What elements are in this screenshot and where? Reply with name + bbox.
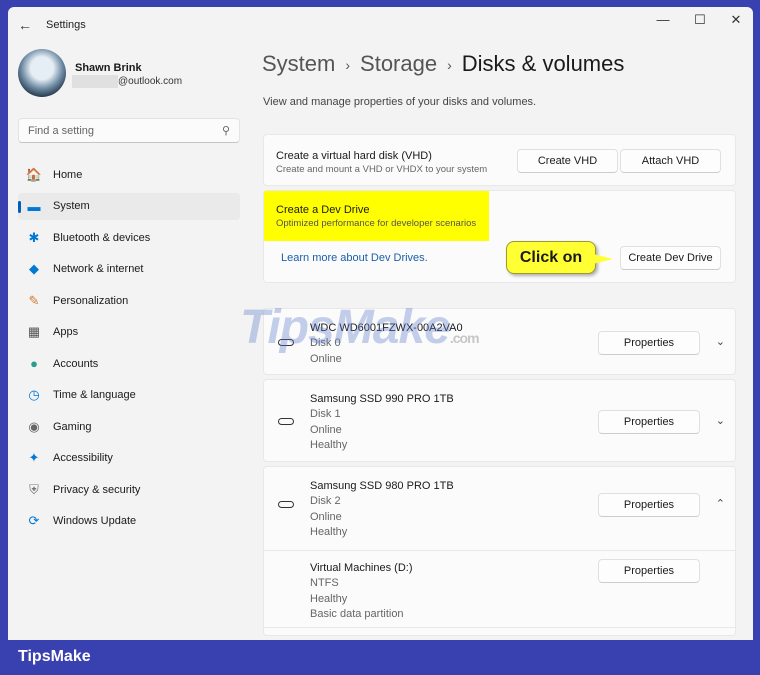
disk-detail: Disk 2 <box>310 495 341 508</box>
breadcrumb-system[interactable]: System <box>262 51 335 76</box>
back-arrow-icon[interactable]: ← <box>18 17 32 33</box>
page-title: Disks & volumes <box>461 51 625 76</box>
sidebar-item-label: System <box>53 200 90 212</box>
network-internet-icon: ◆ <box>29 261 39 276</box>
time-language-icon: ◷ <box>28 387 40 402</box>
minimize-button[interactable]: — <box>648 12 678 27</box>
home-icon: 🏠 <box>25 166 43 182</box>
system-icon: ▬ <box>27 198 41 214</box>
disk-card: Samsung SSD 980 PRO 1TB Disk 2 Online Healt… <box>263 466 736 636</box>
title-bar: ← Settings — ☐ ✕ <box>8 7 753 43</box>
sidebar-item-label: Accounts <box>53 357 99 370</box>
chevron-right-icon: › <box>447 57 452 74</box>
breadcrumb: System › Storage › Disks & volumes <box>262 51 624 77</box>
volume-row[interactable]: Virtual Machines (D:) NTFS Healthy Basic da… <box>264 550 735 638</box>
accounts-icon: ● <box>30 356 38 371</box>
click-on-callout: Click on <box>506 241 613 274</box>
footer-brand: TipsMake <box>18 648 91 665</box>
disk-detail: Disk 1 <box>310 408 341 421</box>
sidebar-item-gaming[interactable]: ◉ Gaming <box>18 413 240 440</box>
sidebar-item-privacy-security[interactable]: ⛨ Privacy & security <box>18 476 240 503</box>
user-name: Shawn Brink <box>75 62 142 74</box>
sidebar-item-accessibility[interactable]: ✦ Accessibility <box>18 445 240 472</box>
maximize-button[interactable]: ☐ <box>685 12 715 28</box>
drive-icon <box>278 501 294 508</box>
disk-name: Samsung SSD 990 PRO 1TB <box>310 393 454 405</box>
windows-update-icon: ⟳ <box>28 513 40 528</box>
sidebar-item-system[interactable]: ▬ System <box>18 192 240 220</box>
chevron-down-icon[interactable]: ⌄ <box>716 335 725 348</box>
disk-detail: Healthy <box>310 525 348 538</box>
personalization-icon: ✎ <box>28 292 40 308</box>
divider <box>264 627 735 628</box>
sidebar-item-label: Accessibility <box>53 452 113 464</box>
disk-detail: Healthy <box>310 438 348 451</box>
learn-more-link[interactable]: Learn more about Dev Drives. <box>281 252 428 264</box>
properties-button[interactable]: Properties <box>598 409 700 434</box>
chevron-right-icon: › <box>345 57 351 74</box>
apps-icon: ▦ <box>27 324 41 339</box>
properties-button[interactable]: Properties <box>598 493 700 517</box>
volume-detail: Basic data partition <box>310 607 404 620</box>
sidebar-item-label: Bluetooth & devices <box>53 231 151 244</box>
search-input[interactable]: Find a setting ⚲ <box>18 118 240 143</box>
sidebar-item-windows-update[interactable]: ⟳ Windows Update <box>18 508 240 535</box>
sidebar-item-label: Gaming <box>53 420 92 433</box>
disk-detail: Online <box>310 510 342 523</box>
volume-detail: NTFS <box>310 577 339 590</box>
page-description: View and manage properties of your disks… <box>263 96 537 108</box>
create-vhd-button[interactable]: Create VHD <box>517 149 618 173</box>
sidebar-item-label: Privacy & security <box>53 483 141 496</box>
disk-card: Samsung SSD 990 PRO 1TB Disk 1 Online Healt… <box>263 379 736 462</box>
properties-button[interactable]: Properties <box>598 330 700 355</box>
sidebar-item-network-internet[interactable]: ◆ Network & internet <box>18 256 240 283</box>
dev-drive-title: Create a Dev Drive <box>276 204 370 216</box>
sidebar-item-accounts[interactable]: ● Accounts <box>18 350 240 377</box>
dev-drive-card: Create a Dev Drive Optimized performance… <box>263 190 736 283</box>
gaming-icon: ◉ <box>28 418 40 434</box>
disk-detail: Online <box>310 352 342 365</box>
sidebar-item-label: Windows Update <box>53 515 137 527</box>
disk-card: WDC WD6001FZWX-00A2VA0 Disk 0 Online Prope… <box>263 308 736 375</box>
attach-vhd-button[interactable]: Attach VHD <box>620 149 721 173</box>
disk-detail: Disk 0 <box>310 337 341 350</box>
sidebar-item-personalization[interactable]: ✎ Personalization <box>18 287 240 314</box>
chevron-down-icon[interactable]: ⌄ <box>716 414 725 427</box>
create-dev-drive-button[interactable]: Create Dev Drive <box>620 246 721 270</box>
sidebar-item-label: Network & internet <box>53 263 144 275</box>
sidebar-nav: 🏠 Home ▬ System ✱ Bluetooth & devices ◆ Network… <box>18 161 240 539</box>
volume-name: Virtual Machines (D:) <box>310 562 413 574</box>
bluetooth-devices-icon: ✱ <box>28 229 40 245</box>
drive-icon <box>278 338 294 346</box>
vhd-card: Create a virtual hard disk (VHD) Create … <box>263 134 736 186</box>
volume-detail: Healthy <box>310 592 348 605</box>
dev-drive-subtitle: Optimized performance for developer scen… <box>276 218 477 229</box>
sidebar-item-label: Apps <box>53 326 79 338</box>
disk-detail: Online <box>310 423 342 436</box>
settings-window: ← Settings — ☐ ✕ Shawn Brink @outlook.co… <box>8 7 753 640</box>
sidebar-item-home[interactable]: 🏠 Home <box>18 161 240 188</box>
sidebar-item-bluetooth-devices[interactable]: ✱ Bluetooth & devices <box>18 224 240 251</box>
dev-drive-highlight: Create a Dev Drive Optimized performance… <box>264 191 489 241</box>
user-email: @outlook.com <box>72 75 182 88</box>
avatar[interactable] <box>18 49 66 97</box>
drive-icon <box>278 417 294 425</box>
sidebar-item-apps[interactable]: ▦ Apps <box>18 319 240 346</box>
search-placeholder: Find a setting <box>28 125 95 137</box>
search-icon: ⚲ <box>221 125 230 137</box>
app-title: Settings <box>46 19 86 31</box>
chevron-up-icon[interactable]: ⌃ <box>716 497 725 510</box>
privacy-security-icon: ⛨ <box>29 481 39 497</box>
disk-name: Samsung SSD 980 PRO 1TB <box>310 480 454 492</box>
volume-properties-button[interactable]: Properties <box>598 559 700 583</box>
disk-name: WDC WD6001FZWX-00A2VA0 <box>310 322 463 334</box>
sidebar-item-label: Home <box>53 168 83 181</box>
email-suffix: @outlook.com <box>118 76 183 88</box>
breadcrumb-storage[interactable]: Storage <box>360 51 437 76</box>
sidebar-item-label: Time & language <box>53 389 136 401</box>
accessibility-icon: ✦ <box>28 450 40 465</box>
sidebar-item-time-language[interactable]: ◷ Time & language <box>18 382 240 409</box>
sidebar-item-label: Personalization <box>53 294 129 307</box>
close-button[interactable]: ✕ <box>721 12 751 28</box>
